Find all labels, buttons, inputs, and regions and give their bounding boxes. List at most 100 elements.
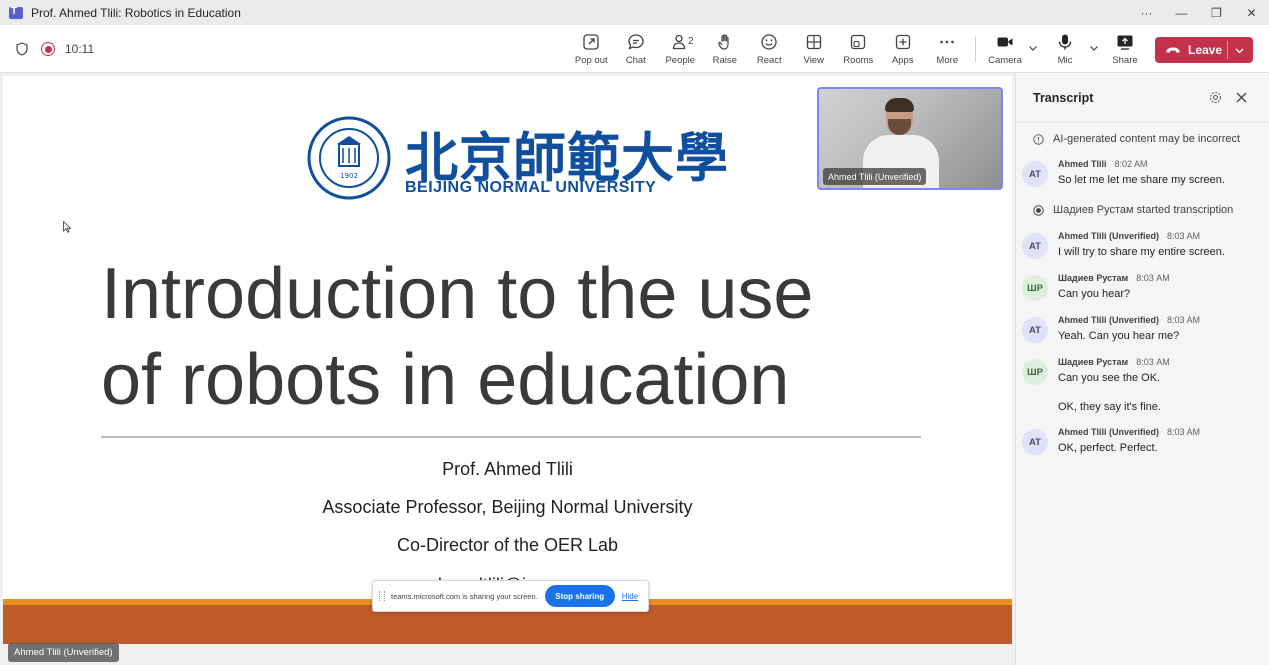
screen-sharing-bar: teams.microsoft.com is sharing your scre… <box>372 580 649 612</box>
more-button[interactable]: More <box>925 25 970 73</box>
meeting-status: 10:11 <box>15 25 94 73</box>
avatar: ШР <box>1022 275 1048 301</box>
transcription-started-text: Шадиев Рустам started transcription <box>1053 204 1234 216</box>
meeting-timer: 10:11 <box>65 42 95 56</box>
avatar: AT <box>1022 317 1048 343</box>
chat-label: Chat <box>625 55 646 66</box>
drag-handle-icon[interactable] <box>379 591 385 601</box>
presenter-role: Co-Director of the OER Lab <box>396 535 619 555</box>
react-smiley-icon <box>761 34 777 50</box>
device-controls: Camera <box>982 25 1028 73</box>
apps-plus-icon <box>895 34 910 50</box>
rooms-icon <box>851 34 866 50</box>
ai-notice-text: AI-generated content may be incorrect <box>1053 133 1241 145</box>
more-icon <box>940 40 955 44</box>
entry-text-continued: OK, they say it's fine. <box>1058 401 1161 413</box>
transcript-header: Transcript <box>1016 73 1269 123</box>
entry-text: Yeah. Can you hear me? <box>1058 330 1180 342</box>
meeting-actions: Pop out Chat 2 People Raise React View R… <box>569 25 970 73</box>
pop-out-icon <box>583 34 599 50</box>
entry-text: Can you hear? <box>1058 288 1131 300</box>
leave-options-chevron-icon[interactable] <box>1234 45 1245 56</box>
window-title: Prof. Ahmed Tlili: Robotics in Education <box>31 5 241 20</box>
gear-icon[interactable] <box>1209 91 1222 104</box>
speaker-name: Ahmed Tlili (Unverified) <box>1058 427 1160 437</box>
hide-sharing-bar-link[interactable]: Hide <box>622 592 638 601</box>
react-button[interactable]: React <box>747 25 792 73</box>
speaker-name: Ahmed Tlili <box>1058 159 1107 169</box>
apps-label: Apps <box>891 55 914 66</box>
raise-label: Raise <box>712 55 737 66</box>
university-seal-icon: 1902 <box>307 116 391 200</box>
shield-icon[interactable] <box>15 42 29 56</box>
avatar: AT <box>1022 233 1048 259</box>
share-screen-icon <box>1117 35 1133 50</box>
people-count-badge: 2 <box>688 36 694 47</box>
university-name-english: BEIJING NORMAL UNIVERSITY <box>405 179 657 196</box>
slide-title-line-2: of robots in education <box>101 340 790 420</box>
rooms-label: Rooms <box>843 55 874 66</box>
entry-meta: Ahmed Tlili (Unverified) 8:03 AM <box>1058 231 1200 241</box>
entry-time: 8:03 AM <box>1136 273 1170 283</box>
speaker-name: Шадиев Рустам <box>1058 357 1129 367</box>
transcript-panel: Transcript AI-generated content may be i… <box>1015 73 1269 665</box>
speaker-name: Ahmed Tlili (Unverified) <box>1058 231 1160 241</box>
more-options-icon[interactable]: ··· <box>1129 0 1164 25</box>
share-button[interactable]: Share <box>1102 25 1148 73</box>
teams-app-icon <box>9 6 23 19</box>
leave-button[interactable]: Leave <box>1155 37 1253 63</box>
react-label: React <box>756 55 782 66</box>
recording-icon <box>41 42 55 56</box>
people-button[interactable]: 2 People <box>658 25 703 73</box>
raise-hand-button[interactable]: Raise <box>703 25 748 73</box>
video-person-hair <box>885 98 914 112</box>
mouse-cursor-icon <box>63 221 71 233</box>
close-icon[interactable] <box>1235 91 1248 104</box>
transcript-title: Transcript <box>1033 91 1094 105</box>
mic-options-chevron-icon[interactable] <box>1089 43 1099 53</box>
entry-time: 8:02 AM <box>1114 159 1148 169</box>
mic-button[interactable]: Mic <box>1042 25 1088 73</box>
minimize-icon[interactable]: — <box>1164 0 1199 25</box>
share-controls: Share <box>1102 25 1148 73</box>
entry-time: 8:03 AM <box>1167 427 1201 437</box>
view-label: View <box>803 55 824 66</box>
entry-time: 8:03 AM <box>1136 357 1170 367</box>
avatar: AT <box>1022 429 1048 455</box>
window-controls: ··· — ❐ ✕ <box>1129 0 1269 25</box>
rooms-button[interactable]: Rooms <box>836 25 881 73</box>
presenter-name: Prof. Ahmed Tlili <box>442 459 573 479</box>
hang-up-icon <box>1166 47 1180 53</box>
sharing-message: teams.microsoft.com is sharing your scre… <box>391 591 538 601</box>
camera-options-chevron-icon[interactable] <box>1028 43 1038 53</box>
participant-video-tile[interactable]: Ahmed Tlili (Unverified) <box>817 87 1003 190</box>
apps-button[interactable]: Apps <box>881 25 926 73</box>
speaker-name: Ahmed Tlili (Unverified) <box>1058 315 1160 325</box>
slide-title: Introduction to the use of robots in edu… <box>101 251 941 423</box>
entry-text: OK, perfect. Perfect. <box>1058 442 1158 454</box>
view-button[interactable]: View <box>792 25 837 73</box>
entry-time: 8:03 AM <box>1167 315 1201 325</box>
transcription-started-icon <box>1033 204 1044 216</box>
people-label: People <box>665 55 696 66</box>
entry-text: Can you see the OK. <box>1058 372 1161 384</box>
camera-button[interactable]: Camera <box>982 25 1028 73</box>
avatar: ШР <box>1022 359 1048 385</box>
entry-text: I will try to share my entire screen. <box>1058 246 1225 258</box>
camera-icon <box>997 37 1013 47</box>
entry-meta: Шадиев Рустам 8:03 AM <box>1058 357 1170 367</box>
stop-sharing-button[interactable]: Stop sharing <box>544 585 615 607</box>
video-participant-name: Ahmed Tlili (Unverified) <box>823 168 927 185</box>
microphone-icon <box>1058 34 1072 50</box>
slide-divider <box>101 436 921 438</box>
chat-button[interactable]: Chat <box>614 25 659 73</box>
popout-button[interactable]: Pop out <box>569 25 614 73</box>
presenter-position: Associate Professor, Beijing Normal Univ… <box>322 497 693 517</box>
camera-label: Camera <box>988 55 1022 66</box>
restore-icon[interactable]: ❐ <box>1199 0 1234 25</box>
avatar: AT <box>1022 161 1048 187</box>
entry-meta: Ahmed Tlili (Unverified) 8:03 AM <box>1058 315 1200 325</box>
toolbar-divider <box>975 36 976 62</box>
close-window-icon[interactable]: ✕ <box>1234 0 1269 25</box>
info-icon <box>1033 133 1044 145</box>
